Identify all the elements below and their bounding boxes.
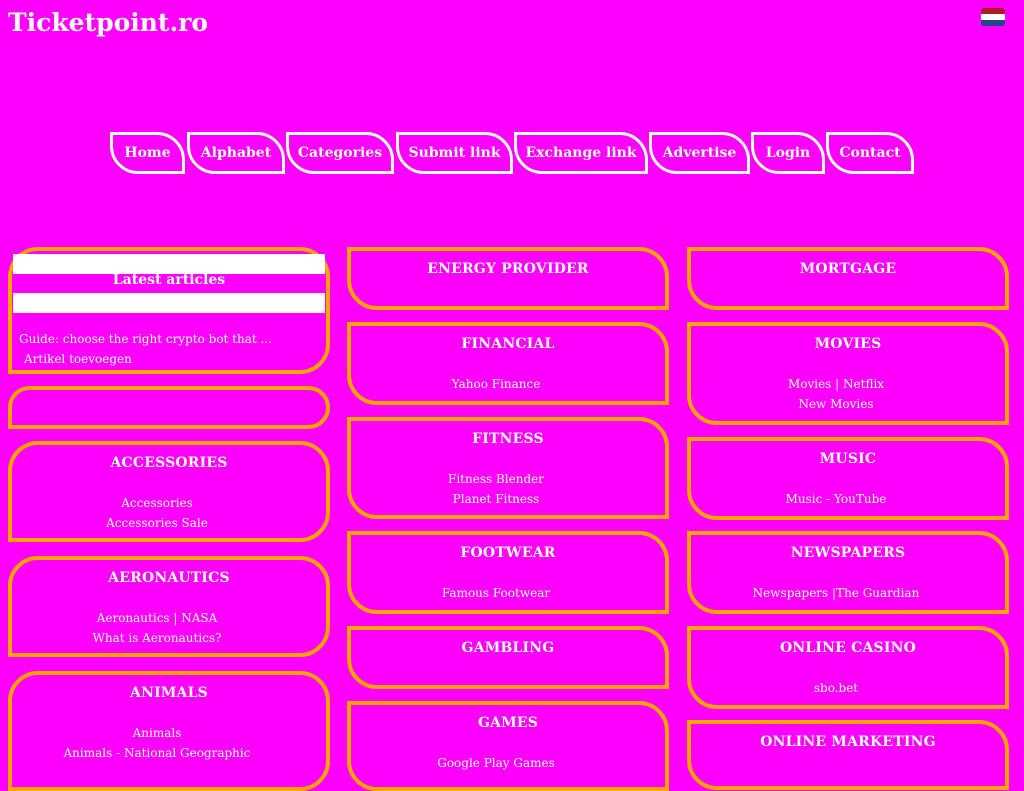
category-title: MORTGAGE — [799, 261, 897, 277]
category-title: ONLINE MARKETING — [760, 734, 936, 750]
category-title: AERONAUTICS — [108, 570, 230, 586]
category-link[interactable]: Famous Footwear — [351, 583, 641, 603]
category-gambling: GAMBLING — [347, 626, 669, 689]
category-link[interactable]: Planet Fitness — [351, 489, 641, 509]
category-link[interactable]: Fitness Blender — [351, 469, 641, 489]
dutch-flag-icon[interactable] — [981, 8, 1005, 26]
category-mortgage: MORTGAGE — [687, 247, 1009, 310]
nav-login[interactable]: Login — [751, 132, 825, 174]
nav-alphabet[interactable]: Alphabet — [187, 132, 285, 174]
category-link[interactable]: Google Play Games — [351, 753, 641, 773]
category-title: FINANCIAL — [461, 336, 555, 352]
nav-exchange-link[interactable]: Exchange link — [514, 132, 648, 174]
category-games: GAMES Google Play Games — [347, 701, 669, 791]
category-link[interactable]: sbo.bet — [691, 678, 981, 698]
main-nav: Home Alphabet Categories Submit link Exc… — [0, 132, 1024, 178]
nav-contact[interactable]: Contact — [826, 132, 914, 174]
latest-articles-panel: Latest articles Guide: choose the right … — [8, 247, 330, 374]
category-online-marketing: ONLINE MARKETING — [687, 720, 1009, 790]
category-title: ANIMALS — [130, 685, 208, 701]
category-movies: MOVIES Movies | Netflix New Movies — [687, 322, 1009, 425]
site-title[interactable]: Ticketpoint.ro — [8, 8, 208, 37]
category-title: MUSIC — [819, 451, 877, 467]
nav-categories[interactable]: Categories — [286, 132, 394, 174]
category-financial: FINANCIAL Yahoo Finance — [347, 322, 669, 405]
category-link[interactable]: New Movies — [691, 394, 981, 414]
category-title: GAMES — [477, 715, 539, 731]
category-footwear: FOOTWEAR Famous Footwear — [347, 531, 669, 614]
category-accessories: ACCESSORIES Accessories Accessories Sale — [8, 441, 330, 542]
category-aeronautics: AERONAUTICS Aeronautics | NASA What is A… — [8, 556, 330, 657]
category-link[interactable]: Accessories Sale — [12, 513, 302, 533]
category-title: FITNESS — [472, 431, 544, 447]
category-newspapers: NEWSPAPERS Newspapers |The Guardian — [687, 531, 1009, 614]
category-title: FOOTWEAR — [460, 545, 556, 561]
category-energy-provider: ENERGY PROVIDER — [347, 247, 669, 310]
category-link[interactable]: Newspapers |The Guardian — [691, 583, 981, 603]
category-title: ONLINE CASINO — [780, 640, 916, 656]
category-link[interactable]: Animals - National Geographic — [12, 743, 302, 763]
category-link[interactable]: Music - YouTube — [691, 489, 981, 509]
article-link[interactable]: Guide: choose the right crypto bot that … — [19, 329, 272, 349]
category-link[interactable]: Aeronautics | NASA — [12, 608, 302, 628]
category-title: ENERGY PROVIDER — [427, 261, 589, 277]
category-link[interactable]: Yahoo Finance — [351, 374, 641, 394]
category-title: GAMBLING — [461, 640, 555, 656]
nav-advertise[interactable]: Advertise — [649, 132, 750, 174]
category-title: NEWSPAPERS — [790, 545, 906, 561]
category-link[interactable]: Accessories — [12, 493, 302, 513]
category-title: MOVIES — [814, 336, 882, 352]
category-music: MUSIC Music - YouTube — [687, 437, 1009, 520]
articles-band-bottom — [13, 293, 325, 313]
category-animals: ANIMALS Animals Animals - National Geogr… — [8, 671, 330, 791]
empty-panel — [8, 386, 330, 429]
nav-home[interactable]: Home — [110, 132, 185, 174]
category-title: ACCESSORIES — [110, 455, 228, 471]
add-article-link[interactable]: Artikel toevoegen — [19, 349, 272, 369]
latest-articles-title: Latest articles — [112, 272, 226, 288]
category-link[interactable]: Movies | Netflix — [691, 374, 981, 394]
nav-submit-link[interactable]: Submit link — [396, 132, 513, 174]
category-link[interactable]: Animals — [12, 723, 302, 743]
category-online-casino: ONLINE CASINO sbo.bet — [687, 626, 1009, 709]
category-link[interactable]: What is Aeronautics? — [12, 628, 302, 648]
category-fitness: FITNESS Fitness Blender Planet Fitness — [347, 417, 669, 519]
latest-articles-list: Guide: choose the right crypto bot that … — [19, 329, 272, 369]
